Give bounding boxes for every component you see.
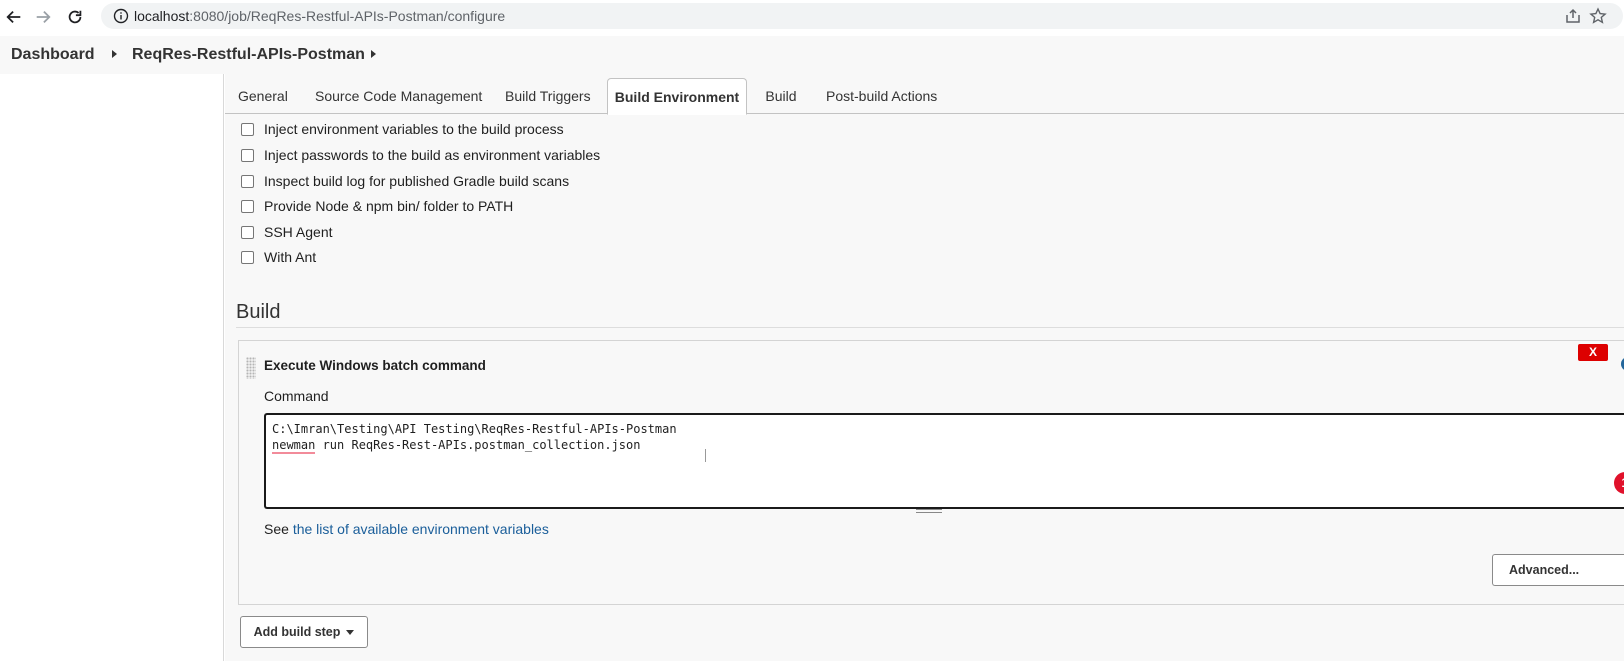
url-path: :8080/job/ReqRes-Restful-APIs-Postman/co… bbox=[189, 8, 506, 24]
command-line-1: C:\Imran\Testing\API Testing\ReqRes-Rest… bbox=[272, 422, 677, 436]
build-section-title: Build bbox=[236, 301, 281, 323]
url-host: localhost bbox=[134, 8, 190, 24]
back-button[interactable] bbox=[1, 4, 27, 30]
section-divider bbox=[236, 327, 1624, 328]
reload-button[interactable] bbox=[62, 4, 88, 30]
build-step-panel: Execute Windows batch command X Command … bbox=[238, 340, 1624, 605]
tab-source-code-management[interactable]: Source Code Management bbox=[315, 78, 482, 114]
tab-build-triggers[interactable]: Build Triggers bbox=[505, 78, 591, 114]
option-with-ant[interactable]: With Ant bbox=[241, 247, 316, 267]
option-label: Inspect build log for published Gradle b… bbox=[264, 173, 570, 189]
option-label: With Ant bbox=[264, 249, 317, 265]
command-label: Command bbox=[264, 388, 329, 404]
tab-post-build-actions[interactable]: Post-build Actions bbox=[826, 78, 937, 114]
tab-general[interactable]: General bbox=[238, 78, 288, 114]
option-inspect-gradle-scans[interactable]: Inspect build log for published Gradle b… bbox=[241, 171, 569, 191]
advanced-button[interactable]: Advanced... bbox=[1492, 554, 1624, 586]
drag-handle-icon[interactable] bbox=[246, 357, 256, 379]
reload-icon bbox=[68, 10, 82, 24]
checkbox[interactable] bbox=[241, 148, 254, 162]
info-icon[interactable] bbox=[113, 8, 129, 24]
help-prefix: See bbox=[264, 521, 293, 537]
option-label: Inject passwords to the build as environ… bbox=[264, 147, 601, 163]
checkbox[interactable] bbox=[241, 174, 254, 188]
error-count-badge[interactable]: 1 bbox=[1614, 472, 1624, 494]
build-step-title: Execute Windows batch command bbox=[264, 358, 486, 373]
command-textarea[interactable]: C:\Imran\Testing\API Testing\ReqRes-Rest… bbox=[264, 413, 1624, 509]
tab-build-environment[interactable]: Build Environment bbox=[607, 78, 747, 115]
address-bar[interactable]: localhost:8080/job/ReqRes-Restful-APIs-P… bbox=[101, 3, 1623, 29]
forward-button[interactable] bbox=[30, 4, 56, 30]
breadcrumb-chevron-icon[interactable] bbox=[112, 50, 117, 58]
checkbox[interactable] bbox=[241, 225, 254, 239]
url-text[interactable]: localhost:8080/job/ReqRes-Restful-APIs-P… bbox=[134, 8, 505, 24]
bookmark-star-icon[interactable] bbox=[1589, 7, 1607, 25]
option-inject-passwords[interactable]: Inject passwords to the build as environ… bbox=[241, 145, 600, 165]
side-panel bbox=[0, 74, 224, 661]
misspelled-word: newman bbox=[272, 438, 316, 454]
env-vars-help: See the list of available environment va… bbox=[264, 521, 549, 537]
option-label: Provide Node & npm bin/ folder to PATH bbox=[264, 198, 514, 214]
text-cursor bbox=[705, 449, 706, 462]
caret-down-icon bbox=[346, 629, 355, 635]
share-icon[interactable] bbox=[1564, 7, 1582, 25]
option-ssh-agent[interactable]: SSH Agent bbox=[241, 222, 333, 242]
command-text: C:\Imran\Testing\API Testing\ReqRes-Rest… bbox=[272, 421, 677, 454]
checkbox[interactable] bbox=[241, 250, 254, 264]
option-node-npm-path[interactable]: Provide Node & npm bin/ folder to PATH bbox=[241, 196, 513, 216]
breadcrumb: Dashboard ReqRes-Restful-APIs-Postman bbox=[0, 36, 1624, 74]
add-build-step-label: Add build step bbox=[253, 625, 341, 639]
breadcrumb-job[interactable]: ReqRes-Restful-APIs-Postman bbox=[132, 46, 365, 64]
option-label: SSH Agent bbox=[264, 224, 333, 240]
browser-toolbar: localhost:8080/job/ReqRes-Restful-APIs-P… bbox=[0, 0, 1624, 33]
option-label: Inject environment variables to the buil… bbox=[264, 121, 564, 137]
option-inject-env-vars[interactable]: Inject environment variables to the buil… bbox=[241, 119, 564, 139]
command-line-2: run ReqRes-Rest-APIs.postman_collection.… bbox=[315, 438, 641, 452]
delete-step-button[interactable]: X bbox=[1578, 344, 1608, 361]
checkbox[interactable] bbox=[241, 199, 254, 213]
config-tabbar: General Source Code Management Build Tri… bbox=[225, 74, 1624, 115]
config-main: General Source Code Management Build Tri… bbox=[225, 74, 1624, 661]
breadcrumb-dashboard[interactable]: Dashboard bbox=[11, 46, 95, 64]
back-arrow-icon bbox=[6, 10, 21, 24]
textarea-resize-grip-icon[interactable] bbox=[916, 509, 942, 513]
tab-build[interactable]: Build bbox=[765, 78, 797, 114]
breadcrumb-chevron-icon[interactable] bbox=[371, 50, 376, 58]
env-vars-link[interactable]: the list of available environment variab… bbox=[293, 521, 549, 537]
add-build-step-button[interactable]: Add build step bbox=[240, 616, 368, 648]
forward-arrow-icon bbox=[36, 10, 51, 24]
checkbox[interactable] bbox=[241, 122, 254, 136]
